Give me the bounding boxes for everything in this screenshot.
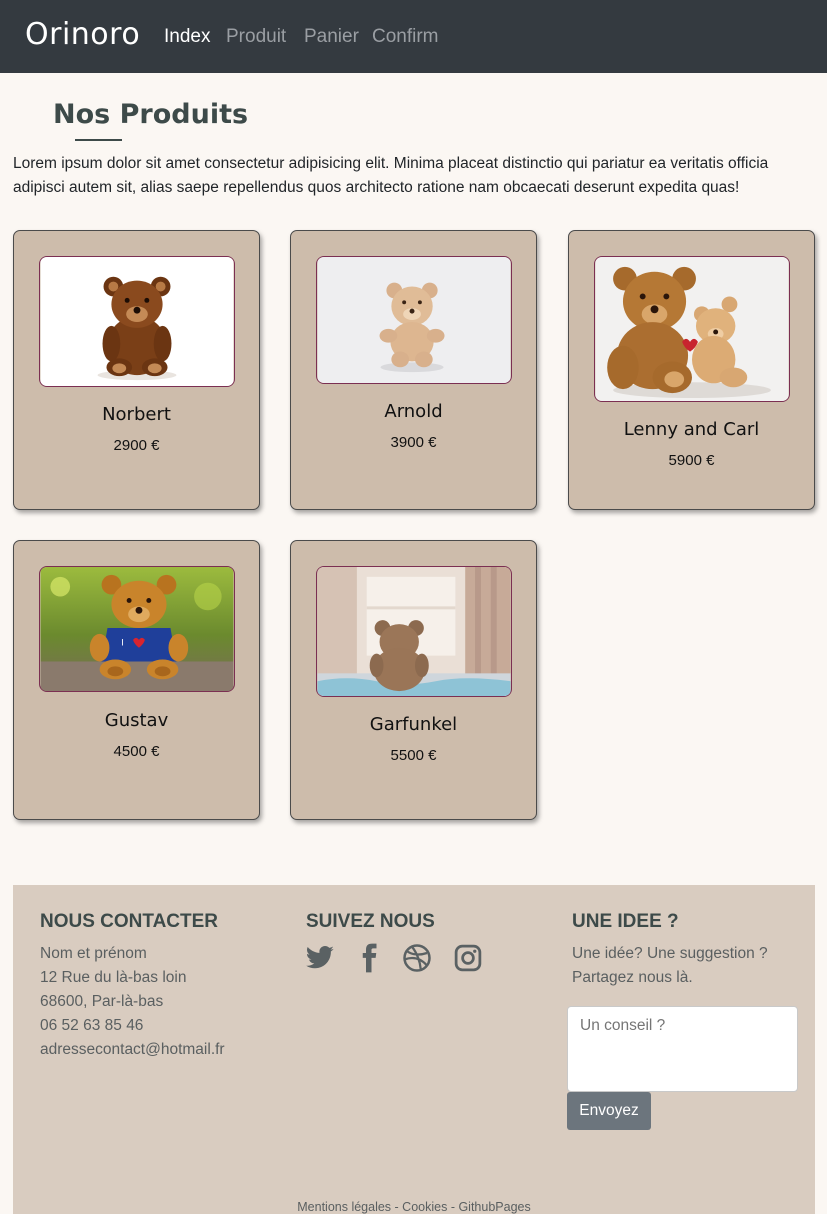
github-pages-link[interactable]: GithubPages bbox=[458, 1200, 530, 1214]
product-card-arnold[interactable]: Arnold 3900 € bbox=[290, 230, 537, 510]
title-underline bbox=[75, 139, 122, 141]
product-price: 4500 € bbox=[113, 743, 160, 760]
product-image-garfunkel[interactable] bbox=[316, 566, 512, 697]
teddy-bear-blue-shirt-image: I bbox=[40, 567, 234, 691]
page-title: Nos Produits bbox=[53, 99, 249, 130]
navbar: Orinoro Index Produit Panier Confirm bbox=[0, 0, 827, 73]
product-name: Gustav bbox=[104, 710, 169, 731]
product-price: 3900 € bbox=[390, 434, 437, 451]
product-price: 2900 € bbox=[113, 437, 160, 454]
product-name: Norbert bbox=[102, 404, 171, 425]
contact-name: Nom et prénom bbox=[40, 945, 147, 962]
send-button[interactable]: Envoyez bbox=[567, 1092, 651, 1130]
product-name: Arnold bbox=[384, 401, 443, 422]
suggestion-textarea[interactable] bbox=[567, 1006, 798, 1092]
product-image-gustav[interactable]: I bbox=[39, 566, 235, 692]
contact-email[interactable]: adressecontact@hotmail.fr bbox=[40, 1041, 225, 1059]
product-card-garfunkel[interactable]: Garfunkel 5500 € bbox=[290, 540, 537, 820]
footer: NOUS CONTACTER Nom et prénom 12 Rue du l… bbox=[13, 885, 815, 1214]
brown-teddy-bear-image bbox=[40, 257, 234, 386]
product-image-lenny-and-carl[interactable] bbox=[594, 256, 790, 402]
product-card-norbert[interactable]: Norbert 2900 € bbox=[13, 230, 260, 510]
nav-link-index[interactable]: Index bbox=[164, 26, 210, 48]
brand-logo[interactable]: Orinoro bbox=[25, 17, 140, 52]
product-card-gustav[interactable]: I Gustav 4500 € bbox=[13, 540, 260, 820]
two-teddy-bears-image bbox=[595, 257, 789, 401]
nav-link-confirm[interactable]: Confirm bbox=[372, 26, 439, 48]
legal-links: Mentions légales - Cookies - GithubPages bbox=[13, 1200, 815, 1214]
product-image-norbert[interactable] bbox=[39, 256, 235, 387]
nav-link-panier[interactable]: Panier bbox=[304, 26, 359, 48]
idea-heading: UNE IDEE ? bbox=[572, 911, 679, 932]
product-price: 5500 € bbox=[390, 747, 437, 764]
product-image-arnold[interactable] bbox=[316, 256, 512, 384]
mentions-legales-link[interactable]: Mentions légales bbox=[297, 1200, 391, 1214]
product-name: Garfunkel bbox=[369, 714, 458, 735]
svg-text:I: I bbox=[121, 639, 124, 649]
product-card-lenny-and-carl[interactable]: Lenny and Carl 5900 € bbox=[568, 230, 815, 510]
legal-separator: - bbox=[391, 1200, 403, 1214]
legal-separator: - bbox=[447, 1200, 459, 1214]
idea-text-line1: Une idée? Une suggestion ? bbox=[572, 945, 768, 962]
contact-heading: NOUS CONTACTER bbox=[40, 911, 219, 932]
twitter-icon[interactable] bbox=[305, 943, 335, 973]
follow-heading: SUIVEZ NOUS bbox=[306, 911, 435, 932]
nav-link-produit[interactable]: Produit bbox=[226, 26, 286, 48]
contact-street: 12 Rue du là-bas loin bbox=[40, 969, 187, 986]
contact-phone: 06 52 63 85 46 bbox=[40, 1017, 144, 1034]
instagram-icon[interactable] bbox=[453, 943, 483, 973]
facebook-icon[interactable] bbox=[354, 943, 384, 973]
dribbble-icon[interactable] bbox=[402, 943, 432, 973]
intro-text: Lorem ipsum dolor sit amet consectetur a… bbox=[13, 155, 769, 196]
idea-text-line2: Partagez nous là. bbox=[572, 969, 693, 986]
product-name: Lenny and Carl bbox=[623, 419, 760, 440]
product-price: 5900 € bbox=[668, 452, 715, 469]
contact-city: 68600, Par-là-bas bbox=[40, 993, 164, 1010]
cookies-link[interactable]: Cookies bbox=[402, 1200, 447, 1214]
teddy-bear-window-image bbox=[317, 567, 511, 696]
beige-teddy-bear-image bbox=[317, 257, 511, 383]
